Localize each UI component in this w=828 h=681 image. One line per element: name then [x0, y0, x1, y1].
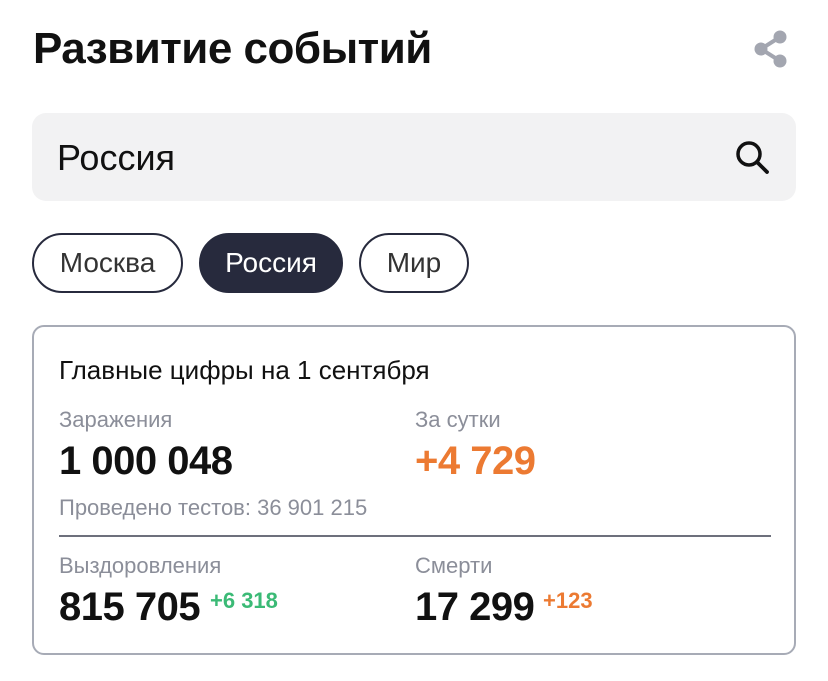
- stats-card: Главные цифры на 1 сентября Заражения 1 …: [32, 325, 796, 655]
- tab-russia[interactable]: Россия: [199, 233, 343, 293]
- share-button[interactable]: [748, 26, 794, 72]
- tab-moscow[interactable]: Москва: [32, 233, 183, 293]
- recoveries-delta: +6 318: [210, 588, 278, 613]
- search-input-value[interactable]: Россия: [57, 137, 175, 179]
- infections-label: Заражения: [59, 407, 173, 432]
- divider: [59, 535, 771, 537]
- stats-heading: Главные цифры на 1 сентября: [59, 355, 430, 385]
- recoveries-label: Выздоровления: [59, 553, 222, 578]
- search-field[interactable]: Россия: [32, 113, 796, 201]
- daily-label: За сутки: [415, 407, 501, 432]
- page-title: Развитие событий: [33, 24, 432, 73]
- recoveries-value: 815 705: [59, 585, 201, 629]
- infections-value: 1 000 048: [59, 439, 233, 483]
- tests-count: Проведено тестов: 36 901 215: [59, 495, 368, 520]
- tab-world[interactable]: Мир: [359, 233, 469, 293]
- share-icon: [754, 30, 787, 68]
- search-icon[interactable]: [730, 135, 774, 179]
- daily-value: +4 729: [415, 439, 536, 483]
- deaths-value: 17 299: [415, 585, 535, 629]
- deaths-label: Смерти: [415, 553, 493, 578]
- deaths-delta: +123: [543, 588, 593, 613]
